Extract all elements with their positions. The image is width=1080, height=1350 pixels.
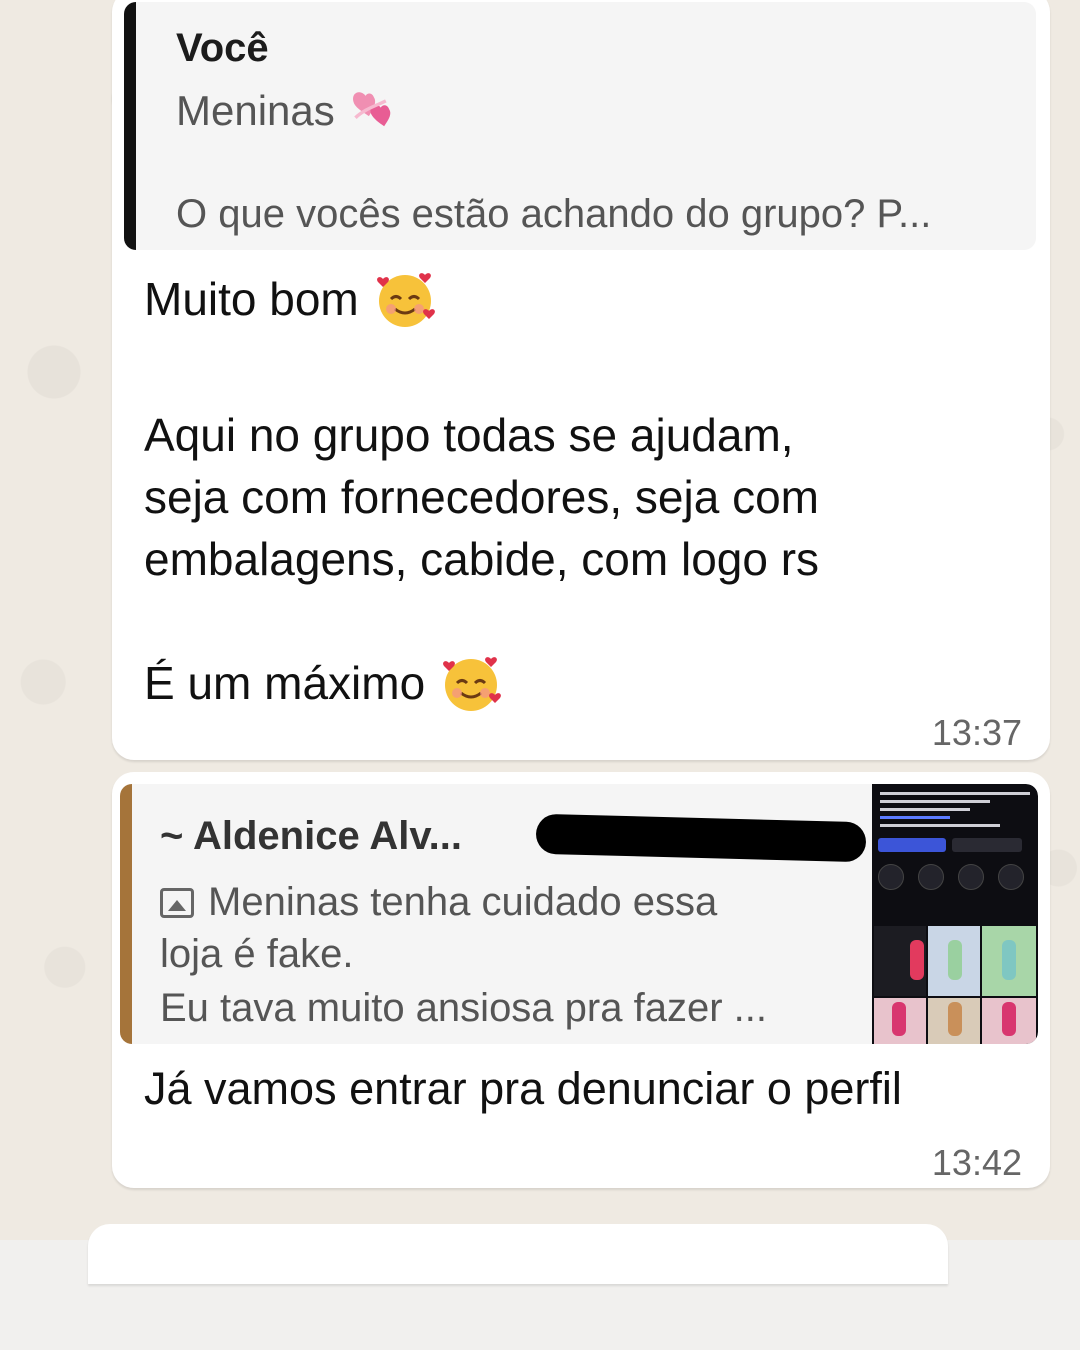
quoted-text: loja é fake. — [160, 932, 354, 976]
quoted-subtitle-text: Meninas — [176, 87, 335, 134]
quote-accent-bar — [124, 2, 136, 250]
quote-accent-bar — [120, 784, 132, 1044]
message-bubble[interactable]: ~ Aldenice Alv... Meninas tenha cuidado … — [112, 772, 1050, 1188]
message-text: seja com fornecedores, seja com — [144, 471, 819, 523]
message-line: Já vamos entrar pra denunciar o perfil — [144, 1058, 902, 1120]
message-text: Muito bom — [144, 273, 359, 325]
thumb-text-line — [880, 792, 1030, 795]
thumb-figure — [1002, 940, 1016, 980]
message-timestamp: 13:42 — [931, 1142, 1022, 1183]
message-text: Já vamos entrar pra denunciar o perfil — [144, 1063, 902, 1114]
thumb-figure — [948, 1002, 962, 1036]
thumb-circle — [878, 864, 904, 890]
image-icon — [160, 887, 194, 918]
thumb-circle — [918, 864, 944, 890]
message-line: É um máximo — [144, 652, 503, 714]
message-text: embalagens, cabide, com logo rs — [144, 533, 820, 585]
message-text: É um máximo — [144, 657, 426, 709]
quoted-text: Meninas tenha cuidado essa — [208, 880, 718, 924]
thumb-figure — [948, 940, 962, 980]
redacted-phone-number — [535, 813, 867, 863]
thumb-circle — [958, 864, 984, 890]
thumb-button — [878, 838, 946, 852]
thumb-figure — [910, 940, 924, 980]
quoted-subtitle: Meninas — [176, 84, 401, 138]
thumb-figure — [892, 1002, 906, 1036]
thumb-text-line — [880, 800, 990, 803]
smiling-face-with-hearts-icon — [373, 267, 437, 331]
thumb-button — [952, 838, 1022, 852]
quoted-line: Meninas tenha cuidado essa — [160, 880, 717, 925]
quoted-author: ~ Aldenice Alv... — [160, 814, 462, 858]
revolving-hearts-icon — [347, 84, 401, 138]
message-bubble[interactable]: Você Meninas O que vocês estão achando d… — [112, 0, 1050, 760]
thumb-text-line — [880, 816, 950, 819]
message-paragraph: Aqui no grupo todas se ajudam, seja com … — [144, 404, 819, 590]
thumb-text-line — [880, 808, 970, 811]
quoted-author: Você — [176, 26, 269, 70]
message-text: Aqui no grupo todas se ajudam, — [144, 409, 794, 461]
quoted-snippet: O que vocês estão achando do grupo? P... — [176, 192, 932, 236]
quoted-text: Eu tava muito ansiosa pra fazer ... — [160, 986, 767, 1030]
thumb-text-line — [880, 824, 1000, 827]
smiling-face-with-hearts-icon — [439, 651, 503, 715]
quoted-message[interactable]: ~ Aldenice Alv... Meninas tenha cuidado … — [120, 784, 1038, 1044]
thumb-circle — [998, 864, 1024, 890]
message-bubble-partial[interactable] — [88, 1224, 948, 1284]
thumb-figure — [1002, 1002, 1016, 1036]
quoted-message[interactable]: Você Meninas O que vocês estão achando d… — [124, 2, 1036, 250]
screenshot-thumbnail[interactable] — [872, 784, 1038, 1044]
message-timestamp: 13:37 — [931, 712, 1022, 753]
message-line: Muito bom — [144, 268, 437, 330]
